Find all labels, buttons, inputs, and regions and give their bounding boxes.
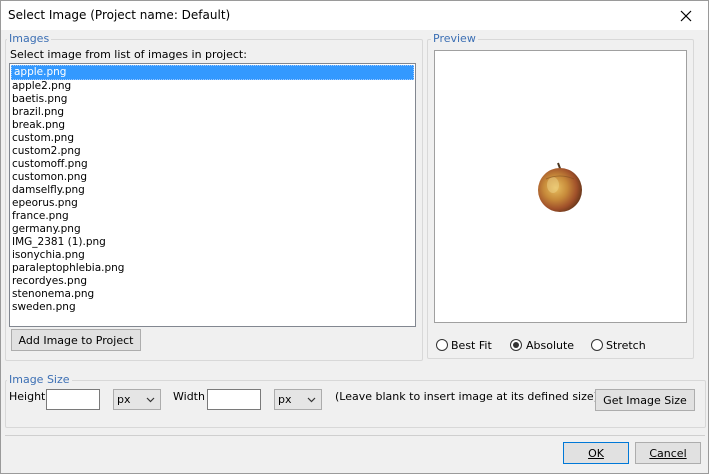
get-image-size-button[interactable]: Get Image Size	[595, 389, 695, 411]
stretch-radio[interactable]	[591, 339, 603, 351]
image-list-item[interactable]: recordyes.png	[10, 275, 415, 288]
image-preview	[434, 50, 687, 323]
image-list-item[interactable]: break.png	[10, 119, 415, 132]
close-button[interactable]	[664, 1, 708, 30]
add-image-to-project-button[interactable]: Add Image to Project	[11, 329, 141, 351]
image-list-item[interactable]: custom2.png	[10, 145, 415, 158]
preview-legend: Preview	[431, 32, 478, 45]
image-list-item[interactable]: paraleptophlebia.png	[10, 262, 415, 275]
title-bar: Select Image (Project name: Default)	[1, 1, 708, 30]
cancel-button[interactable]: Cancel	[635, 442, 701, 464]
absolute-radio[interactable]	[510, 339, 522, 351]
get-image-size-label: Get Image Size	[603, 393, 687, 407]
footer-separator	[5, 435, 705, 436]
select-image-dialog: Select Image (Project name: Default) Ima…	[0, 0, 709, 474]
ok-button-label: OK	[588, 446, 604, 460]
width-unit-value: px	[278, 393, 292, 406]
image-list-item[interactable]: apple2.png	[10, 80, 415, 93]
image-listbox[interactable]: apple.png apple2.png baetis.png brazil.png b…	[9, 63, 416, 327]
image-list-item[interactable]: baetis.png	[10, 93, 415, 106]
image-list-item[interactable]: brazil.png	[10, 106, 415, 119]
height-unit-select[interactable]: px	[113, 389, 161, 410]
ok-button[interactable]: OK	[563, 442, 629, 464]
width-input[interactable]	[207, 389, 261, 410]
cancel-button-label: Cancel	[649, 446, 687, 460]
image-list-item[interactable]: damselfly.png	[10, 184, 415, 197]
image-list-item[interactable]: apple.png	[11, 65, 414, 80]
image-list-item[interactable]: epeorus.png	[10, 197, 415, 210]
image-list-item[interactable]: customoff.png	[10, 158, 415, 171]
image-list-item[interactable]: france.png	[10, 210, 415, 223]
height-input[interactable]	[46, 389, 100, 410]
image-list-item[interactable]: sweden.png	[10, 301, 415, 314]
width-label: Width	[173, 390, 205, 403]
images-instruction: Select image from list of images in proj…	[10, 48, 247, 61]
width-unit-select[interactable]: px	[274, 389, 322, 410]
image-list-item[interactable]: isonychia.png	[10, 249, 415, 262]
chevron-down-icon	[307, 397, 316, 403]
image-list-item[interactable]: customon.png	[10, 171, 415, 184]
close-icon	[680, 10, 692, 21]
add-image-button-label: Add Image to Project	[18, 333, 134, 347]
image-list-item[interactable]: germany.png	[10, 223, 415, 236]
best-fit-radio[interactable]	[436, 339, 448, 351]
images-legend: Images	[7, 32, 52, 45]
absolute-label[interactable]: Absolute	[526, 339, 574, 352]
window-title: Select Image (Project name: Default)	[8, 8, 231, 22]
height-unit-value: px	[117, 393, 131, 406]
best-fit-label[interactable]: Best Fit	[451, 339, 492, 352]
apple-image	[538, 162, 582, 212]
image-size-legend: Image Size	[7, 373, 72, 386]
stretch-label[interactable]: Stretch	[606, 339, 646, 352]
image-list-item[interactable]: custom.png	[10, 132, 415, 145]
image-list-item[interactable]: IMG_2381 (1).png	[10, 236, 415, 249]
chevron-down-icon	[146, 397, 155, 403]
height-label: Height	[9, 390, 46, 403]
size-hint-text: (Leave blank to insert image at its defi…	[335, 390, 598, 403]
image-list-item[interactable]: stenonema.png	[10, 288, 415, 301]
